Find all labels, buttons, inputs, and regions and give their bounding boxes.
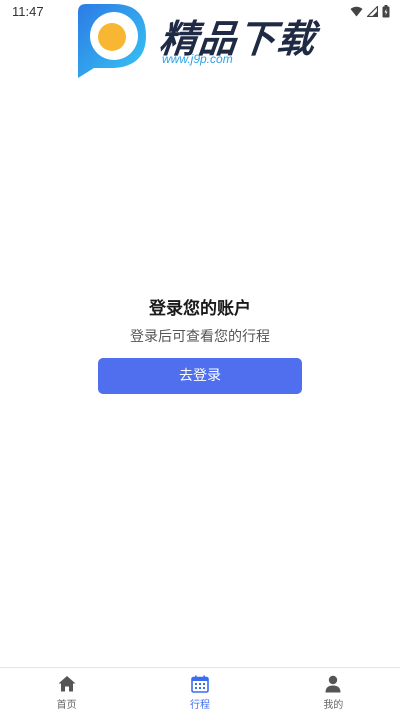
person-icon (325, 675, 341, 693)
bottom-tab-bar: 首页 行程 我的 (0, 667, 400, 712)
page-title: 登录您的账户 (149, 299, 251, 319)
calendar-icon (191, 675, 209, 693)
p-logo-icon (78, 4, 146, 78)
battery-icon (382, 5, 390, 18)
page-subtitle: 登录后可查看您的行程 (130, 329, 270, 345)
home-icon (58, 676, 76, 692)
tab-trips-label: 行程 (189, 700, 210, 711)
login-button[interactable]: 去登录 (98, 358, 302, 394)
wifi-icon (350, 6, 363, 17)
watermark: 精品下载 www.j9p.com (72, 0, 332, 82)
tab-trips[interactable]: 行程 (133, 668, 266, 712)
signal-icon (367, 6, 378, 17)
status-time: 11:47 (12, 4, 44, 19)
tab-me[interactable]: 我的 (267, 668, 400, 712)
tab-home-label: 首页 (56, 700, 77, 711)
watermark-url: www.j9p.com (162, 52, 233, 66)
login-prompt: 登录您的账户 登录后可查看您的行程 去登录 (0, 296, 400, 394)
status-icons (350, 5, 390, 18)
tab-me-label: 我的 (323, 700, 344, 711)
tab-home[interactable]: 首页 (0, 668, 133, 712)
